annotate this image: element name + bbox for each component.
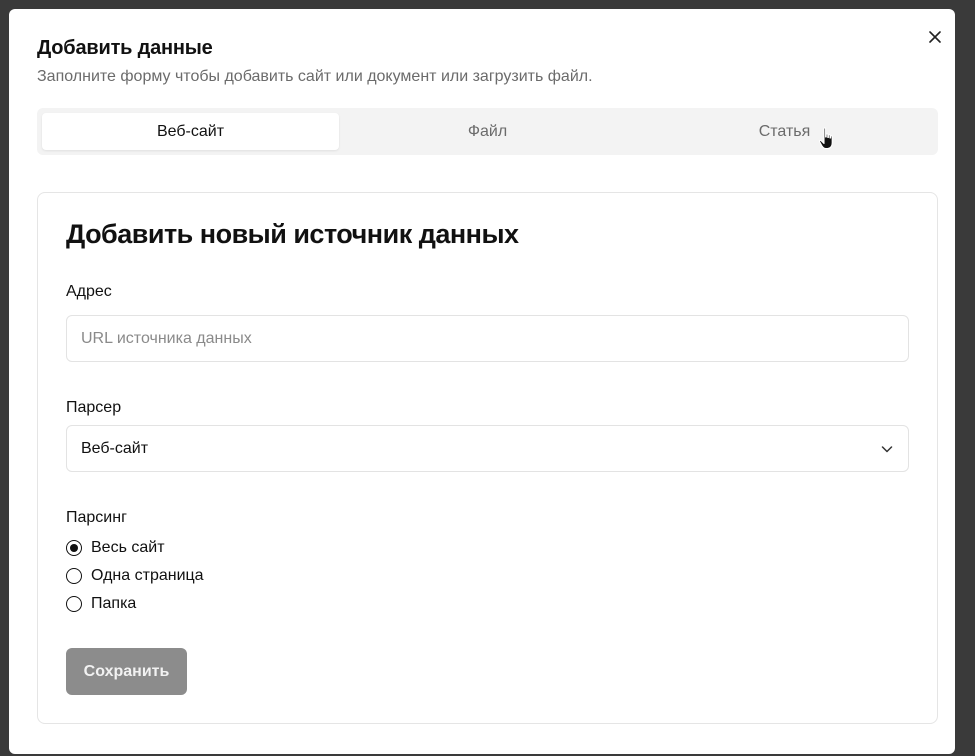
parsing-label: Парсинг: [66, 509, 127, 526]
radio-label: Одна страница: [91, 567, 204, 584]
form-title: Добавить новый источник данных: [66, 219, 519, 249]
tab-website[interactable]: Веб-сайт: [42, 113, 339, 150]
new-source-card: Добавить новый источник данных Адрес Пар…: [37, 192, 938, 724]
dialog-title: Добавить данные: [37, 37, 213, 59]
address-input[interactable]: [66, 315, 909, 362]
chevron-down-icon: [881, 445, 893, 452]
source-tabs: Веб-сайт Файл Статья: [37, 108, 938, 155]
radio-option-whole-site[interactable]: Весь сайт: [66, 534, 204, 562]
close-icon: [929, 31, 941, 43]
save-button[interactable]: Сохранить: [66, 648, 187, 695]
radio-button[interactable]: [66, 596, 82, 612]
address-label: Адрес: [66, 283, 112, 300]
tab-article[interactable]: Статья: [636, 113, 933, 150]
radio-button[interactable]: [66, 568, 82, 584]
radio-label: Весь сайт: [91, 539, 165, 556]
radio-option-folder[interactable]: Папка: [66, 590, 204, 618]
close-button[interactable]: [925, 27, 945, 47]
parsing-radio-group: Весь сайт Одна страница Папка: [66, 534, 204, 618]
tab-file[interactable]: Файл: [339, 113, 636, 150]
parser-select[interactable]: Веб-сайт: [66, 425, 909, 472]
dialog-subtitle: Заполните форму чтобы добавить сайт или …: [37, 68, 593, 85]
parser-selected-value: Веб-сайт: [81, 439, 149, 457]
add-data-dialog: Добавить данные Заполните форму чтобы до…: [9, 9, 955, 754]
parser-label: Парсер: [66, 399, 122, 416]
radio-option-single-page[interactable]: Одна страница: [66, 562, 204, 590]
radio-button-checked[interactable]: [66, 540, 82, 556]
radio-label: Папка: [91, 595, 137, 612]
